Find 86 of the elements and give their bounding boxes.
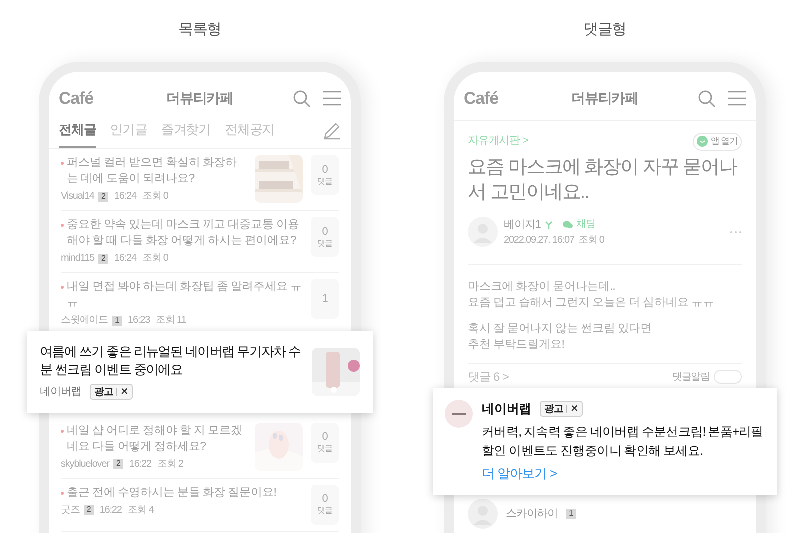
search-icon[interactable] [292,90,311,108]
chat-icon [562,220,573,229]
comment-label: 댓글 [318,506,332,516]
level-badge: 2 [98,192,108,202]
comment-count: 0 [322,493,328,506]
brand-logo-icon [445,400,473,428]
comment-label: 댓글 [318,238,332,248]
bullet-icon [61,162,64,165]
post-time: 16:22 [100,504,122,518]
cafe-logo: Café [59,88,94,110]
post-title: 요즘 마스크에 화장이 자꾸 묻어나서 고민이네요.. [468,156,738,204]
close-button[interactable]: ✕ [120,384,128,400]
cafe-title: 더뷰티카페 [571,89,638,108]
body-text: 요즘 덥고 습해서 그런지 오늘은 더 심하네요 ㅠㅠ [468,296,716,311]
post-title[interactable]: 출근 전에 수영하시는 분들 화장 질문이요! [67,484,276,500]
notify-label: 댓글알림 [672,370,710,384]
post-time: 16:24 [114,190,136,204]
tab[interactable]: 전체글 [59,120,96,148]
ad-title[interactable]: 여름에 쓰기 좋은 리뉴얼된 네이버랩 무기자차 수분 썬크림 이벤트 중이에요 [40,343,302,379]
section-label: 댓글형 [583,20,627,40]
bullet-icon [61,430,64,432]
ad-label: 광고 [544,402,564,417]
avatar-icon [468,499,498,530]
ad-text: 커버력, 지속력 좋은 네이버랩 수분선크림! 본품+리필 할인 이벤트도 진행중이니 확인해 보세요. [482,424,764,460]
post-title[interactable]: 퍼스널 컬러 받으면 확실히 화장하는 데에 도움이 되려나요? [67,155,247,187]
comment-label: 댓글 [318,444,332,454]
view-count: 조회 4 [128,504,154,518]
author-name: 굿즈 [61,504,80,518]
post-date: 2022.09.27. 16:07 [504,234,574,248]
view-count: 조회 0 [142,190,168,204]
comment-count-link[interactable]: 댓글 6 > [468,368,509,386]
section-label: 목록형 [178,20,222,40]
author-name: mind115 [61,252,94,266]
advertiser-name: 네이버랩 [40,385,82,400]
cafe-title: 더뷰티카페 [166,89,234,108]
advertiser-name: 네이버랩 [482,401,532,418]
ad-label: 광고 [94,386,114,400]
bullet-icon [61,224,64,227]
comment-count: 0 [322,164,328,176]
tab[interactable]: 전체공지 [225,120,275,148]
level-badge: 2 [113,459,124,469]
cafe-logo: Café [464,88,500,110]
commenter-name: 스카이하이 [506,507,558,522]
view-count: 조회 11 [156,314,186,328]
post-time: 16:23 [128,314,150,328]
more-icon[interactable] [730,230,742,234]
chat-link[interactable]: 채팅 [576,217,596,232]
post-title[interactable]: 내일 면접 봐야 하는데 화장팁 좀 알려주세요 ㅠㅠ [67,279,303,311]
view-count: 조회 0 [578,234,604,248]
author-name: Visual14 [61,190,94,204]
notify-toggle[interactable] [714,370,742,384]
view-count: 조회 2 [157,458,184,472]
level-badge: 1 [566,509,576,520]
tab[interactable]: 즐겨찾기 [161,120,212,148]
post-title[interactable]: 네일 샵 어디로 정해야 할 지 모르겠네요 다들 어떻게 정하세요? [67,422,247,454]
post-time: 16:22 [129,458,152,472]
tab[interactable]: 인기글 [110,120,148,148]
pencil-icon[interactable] [323,122,341,140]
body-text: 추천 부탁드릴게요! [468,338,566,353]
comment-count: 1 [322,292,328,306]
level-badge: 2 [84,505,94,515]
comment-count: 0 [322,431,328,444]
view-count: 조회 0 [142,252,168,266]
level-badge: 2 [98,254,108,264]
author-name: 스윗에이드 [61,314,108,328]
author-name: 베이지1 [504,218,541,232]
author-name: skybluelover [61,458,110,472]
menu-icon[interactable] [728,91,746,106]
close-button[interactable]: ✕ [570,402,578,417]
body-text: 혹시 잘 묻어나지 않는 썬크림 있다면 [468,322,653,337]
search-icon[interactable] [698,90,716,108]
post-title[interactable]: 중요한 약속 있는데 마스크 끼고 대중교통 이용해야 할 때 다들 화장 어떻게 하시는 편이에요? [67,217,303,249]
avatar-icon [468,217,498,248]
comment-count: 0 [322,226,328,238]
open-app-button[interactable]: 앱 열기 [692,132,742,150]
post-time: 16:24 [114,252,136,266]
sprout-icon [544,220,553,229]
menu-icon[interactable] [322,91,341,106]
comment-label: 댓글 [318,176,332,186]
app-icon [696,136,708,147]
learn-more-link[interactable]: 더 알아보기 > [482,464,765,484]
bullet-icon [61,492,64,494]
body-text: 마스크에 화장이 묻어나는데.. [468,280,616,295]
board-link[interactable]: 자유게시판 > [468,133,528,150]
level-badge: 1 [112,316,122,326]
bullet-icon [61,286,64,289]
